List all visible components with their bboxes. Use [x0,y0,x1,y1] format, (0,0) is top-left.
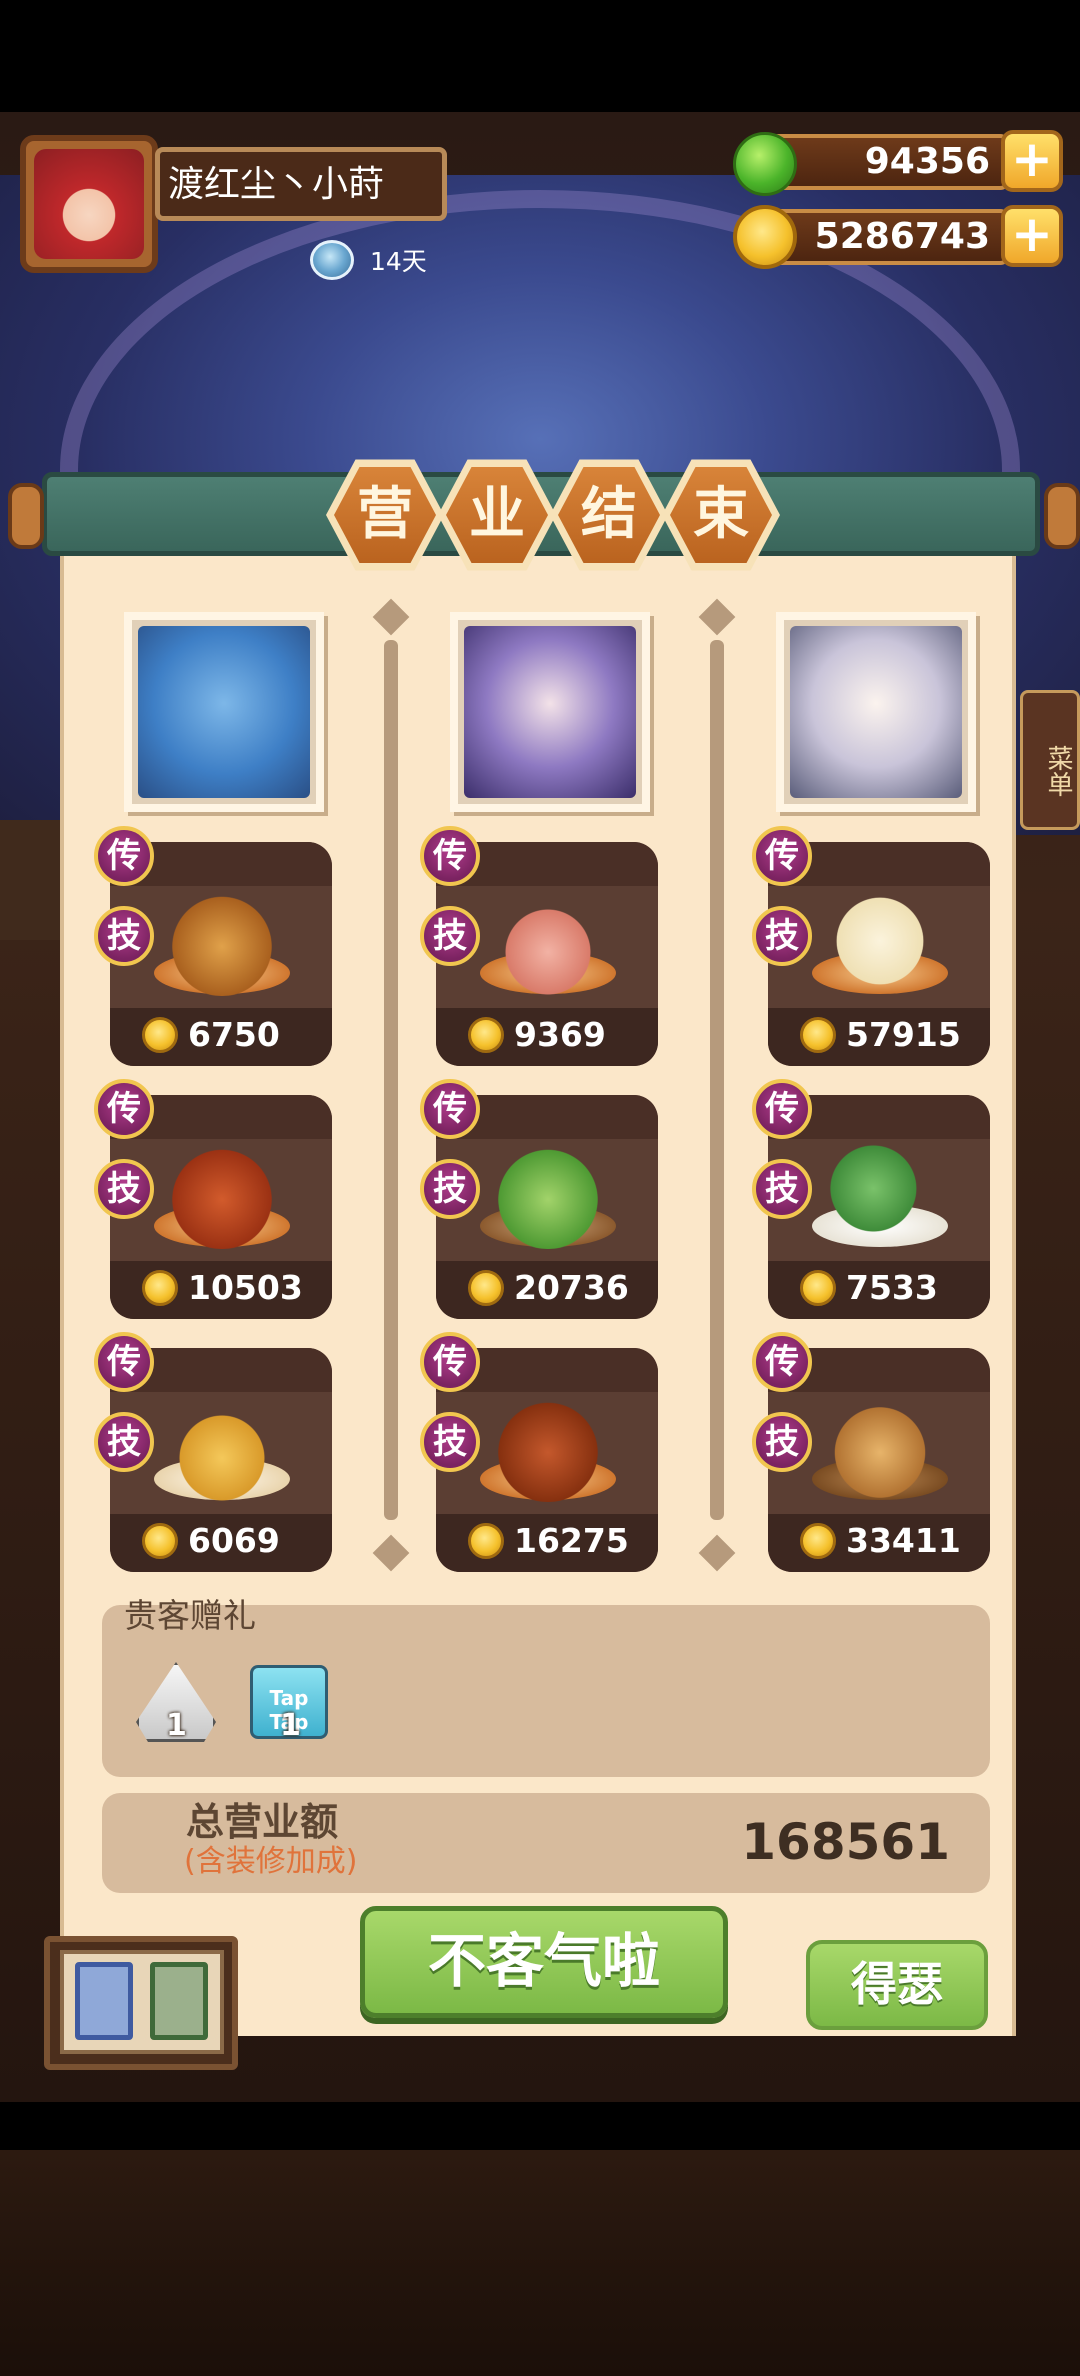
total-revenue-value: 168561 [741,1813,950,1871]
coin-icon [468,1270,504,1306]
blue-ox-character [138,626,310,798]
avatar-portrait [34,149,144,259]
dish-price: 10503 [188,1268,303,1307]
skill-badge: 技 [752,906,812,966]
skill-badge: 技 [752,1159,812,1219]
legend-badge: 传 [94,1079,154,1139]
left-shelf [0,820,60,940]
dish-image [156,886,288,996]
dish-image [482,1139,614,1249]
gift-count: 1 [166,1708,187,1743]
green-apple-icon [733,132,797,196]
add-apples-button[interactable]: + [1001,130,1063,192]
legend-badge: 传 [420,1079,480,1139]
dish-price: 33411 [846,1521,961,1560]
silver-crown-character [464,626,636,798]
legend-badge: 传 [94,1332,154,1392]
gold-coin-icon [733,205,797,269]
skill-badge: 技 [94,906,154,966]
side-menu-button[interactable]: 菜单 [1020,690,1080,830]
coin-icon [800,1017,836,1053]
legend-badge: 传 [752,1079,812,1139]
total-revenue-note: (含装修加成) [184,1844,358,1879]
scroll-roll-left [8,483,44,549]
game-screen: 菜单 渡红尘丶小莳 14天 94356 + 5286743 + 营 业 结 束 … [0,0,1080,2376]
coin-icon [142,1523,178,1559]
guest-portrait-2 [450,612,650,812]
guest-portrait-3 [776,612,976,812]
coin-icon [142,1270,178,1306]
skill-badge: 技 [94,1412,154,1472]
coin-icon [142,1017,178,1053]
coin-count: 5286743 [814,216,990,257]
dish-price: 20736 [514,1268,629,1307]
calendar-icon [310,240,354,280]
legend-badge: 传 [94,826,154,886]
column-separator-1 [384,640,398,1520]
dish-image [482,1392,614,1502]
bottom-dock [0,2150,1080,2376]
add-coins-button[interactable]: + [1001,205,1063,267]
legend-badge: 传 [752,1332,812,1392]
player-name: 渡红尘丶小莳 [168,164,385,205]
skill-badge: 技 [420,906,480,966]
legend-badge: 传 [420,826,480,886]
coin-icon [800,1270,836,1306]
camera-icon[interactable] [75,1962,133,2040]
dish-price: 6069 [188,1521,280,1560]
avatar[interactable] [20,135,158,273]
dish-price: 9369 [514,1015,606,1054]
dish-price: 16275 [514,1521,629,1560]
dish-image [482,886,614,996]
dish-price: 6750 [188,1015,280,1054]
dismiss-button[interactable]: 不客气啦 [360,1906,728,2018]
coin-icon [468,1017,504,1053]
guest-portrait-1 [124,612,324,812]
apple-count: 94356 [864,141,990,182]
dish-image [156,1392,288,1502]
skill-badge: 技 [420,1412,480,1472]
white-hair-character [790,626,962,798]
dish-image [814,1139,946,1249]
dish-image [814,1392,946,1502]
dish-image [156,1139,288,1249]
dish-price: 57915 [846,1015,961,1054]
gift-count: 1 [280,1708,301,1743]
coin-icon [468,1523,504,1559]
scroll-roll-right [1044,483,1080,549]
skill-badge: 技 [752,1412,812,1472]
column-separator-2 [710,640,724,1520]
camera-alt-icon[interactable] [150,1962,208,2040]
total-revenue-label: 总营业额 [186,1800,339,1844]
guest-gift-title: 贵客赠礼 [124,1596,256,1635]
skill-badge: 技 [94,1159,154,1219]
legend-badge: 传 [752,826,812,886]
dish-price: 7533 [846,1268,938,1307]
coin-icon [800,1523,836,1559]
skill-badge: 技 [420,1159,480,1219]
legend-badge: 传 [420,1332,480,1392]
show-off-button[interactable]: 得瑟 [806,1940,988,2030]
days-count: 14天 [370,247,427,276]
dish-image [814,886,946,996]
